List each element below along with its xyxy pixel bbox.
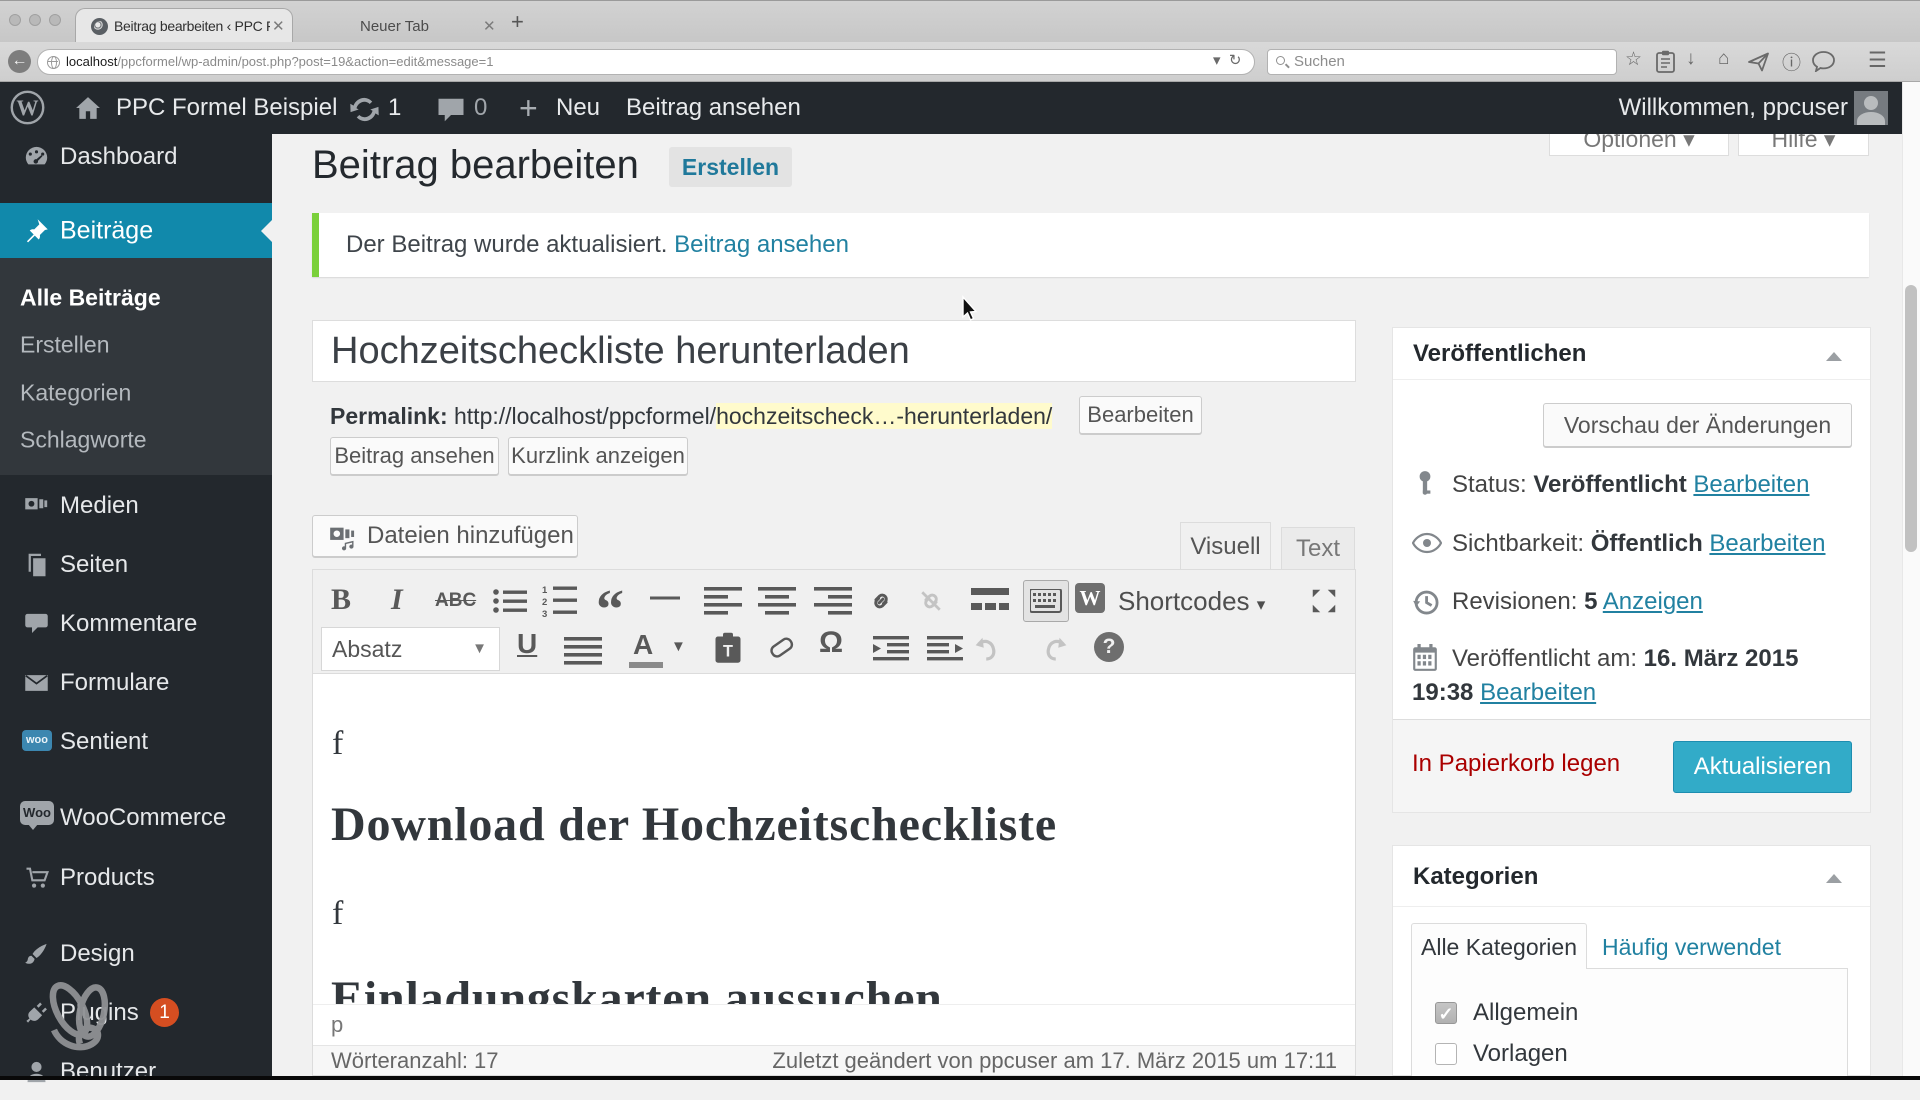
- svg-text:W: W: [16, 95, 38, 120]
- svg-text:1: 1: [542, 585, 548, 596]
- svg-text:3: 3: [542, 609, 547, 618]
- svg-text:2: 2: [542, 597, 547, 608]
- svg-text:T: T: [723, 643, 733, 661]
